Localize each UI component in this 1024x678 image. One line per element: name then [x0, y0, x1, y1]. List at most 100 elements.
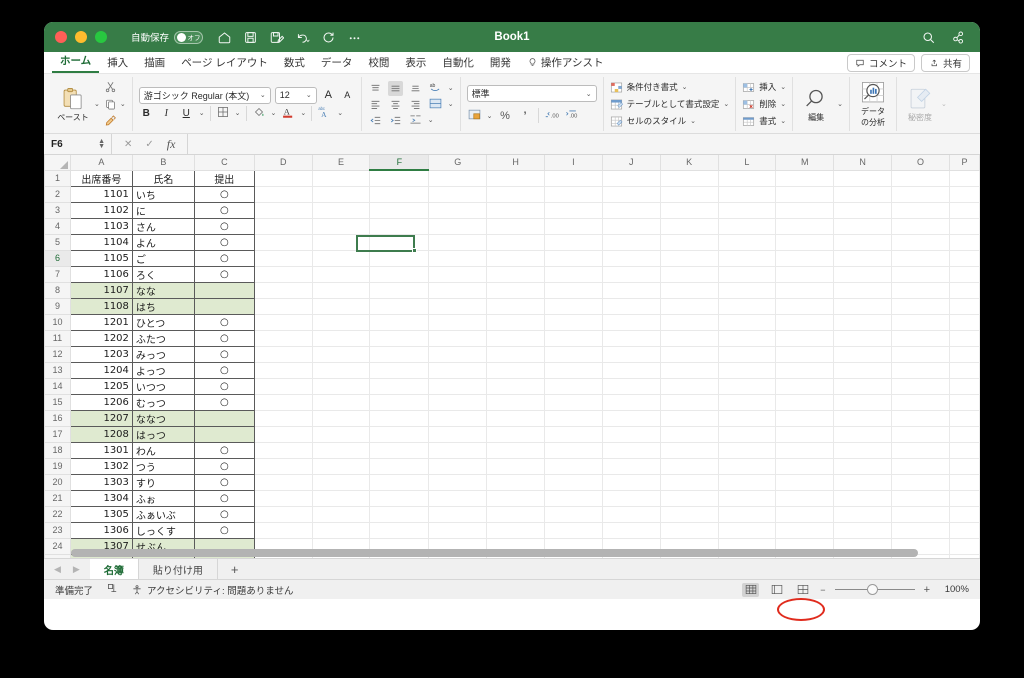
page-layout-view-button[interactable] [768, 583, 785, 597]
cell-L15[interactable] [718, 394, 777, 411]
cell-K2[interactable] [660, 186, 719, 203]
cell-C21[interactable]: ○ [194, 490, 255, 507]
minimize-window-button[interactable] [75, 31, 87, 43]
cancel-icon[interactable]: ✕ [124, 139, 132, 150]
italic-button[interactable]: I [159, 106, 174, 121]
cell-G17[interactable] [428, 426, 488, 443]
cell-I2[interactable] [544, 186, 603, 203]
cell-C11[interactable]: ○ [194, 330, 255, 347]
cell-L1[interactable] [718, 170, 777, 187]
cell-H9[interactable] [486, 298, 545, 315]
cell-B6[interactable]: ご [132, 250, 195, 267]
format-as-table-button[interactable]: テーブルとして書式設定 ⌄ [610, 96, 729, 112]
autosave-toggle[interactable]: オフ [174, 30, 204, 44]
cell-L8[interactable] [718, 282, 777, 299]
redo-icon[interactable] [321, 30, 336, 45]
cell-C2[interactable]: ○ [194, 186, 255, 203]
cell-C17[interactable] [194, 426, 255, 443]
row-header-20[interactable]: 20 [44, 473, 71, 491]
cell-J23[interactable] [602, 522, 661, 539]
cell-F18[interactable] [369, 442, 430, 459]
cell-I18[interactable] [544, 442, 603, 459]
cell-K8[interactable] [660, 282, 719, 299]
cell-O4[interactable] [891, 218, 950, 235]
cell-I11[interactable] [544, 330, 603, 347]
cell-L3[interactable] [718, 202, 777, 219]
cell-K15[interactable] [660, 394, 719, 411]
spreadsheet-grid[interactable]: A B C D E F G H I J K L M N O P 1 出席番号 氏… [44, 155, 980, 558]
cell-D17[interactable] [254, 426, 313, 443]
cell-J11[interactable] [602, 330, 661, 347]
cell-E5[interactable] [312, 234, 371, 251]
cell-E19[interactable] [312, 458, 371, 475]
cell-C12[interactable]: ○ [194, 346, 255, 363]
cell-I6[interactable] [544, 250, 603, 267]
cell-O20[interactable] [891, 474, 950, 491]
cell-D21[interactable] [254, 490, 313, 507]
cell-D18[interactable] [254, 442, 313, 459]
cell-H14[interactable] [486, 378, 545, 395]
cell-L18[interactable] [718, 442, 777, 459]
cell-A10[interactable]: 1201 [69, 314, 133, 331]
cell-O10[interactable] [891, 314, 950, 331]
cell-H4[interactable] [486, 218, 545, 235]
decrease-decimal-icon[interactable]: .00 [564, 108, 579, 123]
name-box[interactable]: F6 ▲ ▼ [44, 134, 112, 154]
cell-P15[interactable] [949, 394, 980, 411]
cell-D15[interactable] [254, 394, 313, 411]
cell-C15[interactable]: ○ [194, 394, 255, 411]
cell-D4[interactable] [254, 218, 313, 235]
cell-C9[interactable] [194, 298, 255, 315]
cell-K14[interactable] [660, 378, 719, 395]
percent-style-button[interactable]: % [498, 108, 513, 123]
cell-J22[interactable] [602, 506, 661, 523]
cell-A12[interactable]: 1203 [69, 346, 133, 363]
cell-M3[interactable] [775, 202, 835, 219]
cell-A8[interactable]: 1107 [69, 282, 133, 299]
cell-M13[interactable] [775, 362, 835, 379]
cell-D6[interactable] [254, 250, 313, 267]
cell-M7[interactable] [775, 266, 835, 283]
share-button[interactable]: 共有 [920, 54, 970, 72]
column-header-H[interactable]: H [486, 155, 545, 171]
column-header-L[interactable]: L [717, 155, 777, 171]
cell-O12[interactable] [891, 346, 950, 363]
cell-B10[interactable]: ひとつ [132, 314, 195, 331]
cell-L17[interactable] [718, 426, 777, 443]
insert-cells-button[interactable]: 挿入 ⌄ [742, 79, 786, 95]
cell-J21[interactable] [602, 490, 661, 507]
sensitivity-chevron-down-icon[interactable]: ⌄ [941, 100, 947, 108]
cell-J15[interactable] [602, 394, 661, 411]
cell-H16[interactable] [486, 410, 545, 427]
cell-N13[interactable] [833, 362, 893, 379]
cell-M18[interactable] [775, 442, 835, 459]
cell-A21[interactable]: 1304 [69, 490, 133, 507]
column-header-I[interactable]: I [543, 155, 603, 171]
cell-B14[interactable]: いつつ [132, 378, 195, 395]
cell-C19[interactable]: ○ [194, 458, 255, 475]
cell-P9[interactable] [949, 298, 980, 315]
cell-K9[interactable] [660, 298, 719, 315]
cell-E6[interactable] [312, 250, 371, 267]
cell-G2[interactable] [428, 186, 488, 203]
cell-F19[interactable] [369, 458, 430, 475]
phonetic-guide-icon[interactable]: abc A [317, 105, 332, 121]
cell-A9[interactable]: 1108 [69, 298, 133, 315]
formula-input[interactable] [187, 134, 980, 154]
cell-A11[interactable]: 1202 [69, 330, 133, 347]
zoom-out-button[interactable]: − [820, 585, 825, 595]
cell-N3[interactable] [833, 202, 893, 219]
select-all-button[interactable] [44, 155, 71, 171]
increase-font-size-button[interactable]: A [321, 88, 336, 103]
tab-review[interactable]: 校閲 [360, 55, 397, 73]
cell-P20[interactable] [949, 474, 980, 491]
cell-M22[interactable] [775, 506, 835, 523]
borders-icon[interactable] [216, 105, 230, 121]
cell-P16[interactable] [949, 410, 980, 427]
cell-D12[interactable] [254, 346, 313, 363]
cell-I4[interactable] [544, 218, 603, 235]
cell-I9[interactable] [544, 298, 603, 315]
cell-J19[interactable] [602, 458, 661, 475]
cell-E4[interactable] [312, 218, 371, 235]
cell-M17[interactable] [775, 426, 835, 443]
